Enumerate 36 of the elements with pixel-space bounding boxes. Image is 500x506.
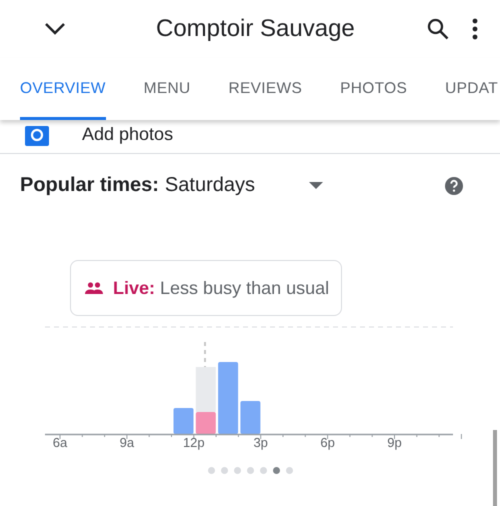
tab[interactable]: PHOTOS: [340, 58, 408, 120]
hour-label: 9p: [387, 435, 402, 450]
usual-bar: [174, 408, 194, 434]
chevron-down-icon: [44, 22, 66, 36]
page-dot[interactable]: [208, 467, 215, 474]
search-icon: [426, 17, 450, 41]
tab[interactable]: OVERVIEW: [20, 58, 106, 120]
hour-label: 6p: [320, 435, 335, 450]
place-title: Comptoir Sauvage: [156, 15, 356, 43]
usual-bar: [218, 362, 238, 434]
page-dot[interactable]: [273, 467, 280, 474]
page-dot[interactable]: [260, 467, 267, 474]
usual-bar: [240, 401, 260, 434]
page-dot[interactable]: [221, 467, 228, 474]
tab[interactable]: REVIEWS: [228, 58, 302, 120]
hour-label: 3p: [253, 435, 268, 450]
more-icon: [472, 18, 478, 40]
popular-times-title: Popular times:: [20, 174, 159, 197]
page-dot[interactable]: [234, 467, 241, 474]
live-marker-line: [204, 342, 206, 367]
live-bar: [196, 412, 216, 434]
page-dot[interactable]: [247, 467, 254, 474]
day-dropdown[interactable]: Saturdays: [164, 174, 323, 197]
usual-bar: [196, 367, 216, 412]
hour-label: 9a: [120, 435, 134, 450]
live-status-text: Live: Less busy than usual: [113, 278, 330, 298]
people-icon: [85, 282, 103, 294]
camera-icon: [25, 126, 49, 146]
hour-label: 12p: [182, 435, 205, 450]
dropdown-caret-icon: [308, 182, 323, 189]
tab[interactable]: MENU: [144, 58, 191, 120]
help-icon[interactable]: [444, 176, 464, 196]
add-photos-link[interactable]: Add photos: [82, 124, 174, 145]
page-dot[interactable]: [286, 467, 293, 474]
hour-label: 6a: [52, 435, 68, 450]
tab[interactable]: UPDAT: [445, 58, 498, 120]
